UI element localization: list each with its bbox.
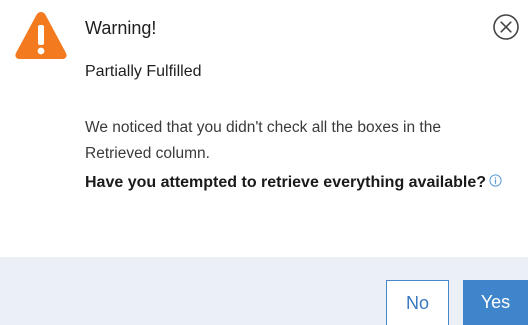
close-icon[interactable]	[492, 13, 520, 41]
question-text: Have you attempted to retrieve everythin…	[85, 174, 487, 191]
no-button[interactable]: No	[386, 280, 449, 325]
warning-triangle-icon	[15, 12, 67, 59]
dialog-subtitle: Partially Fulfilled	[85, 63, 202, 80]
dialog-footer: No Yes	[0, 257, 528, 325]
warning-dialog: Warning! Partially Fulfilled We noticed …	[0, 0, 528, 325]
dialog-message: We noticed that you didn't check all the…	[85, 119, 441, 162]
yes-button[interactable]: Yes	[463, 280, 528, 325]
dialog-question: Have you attempted to retrieve everythin…	[85, 170, 505, 196]
info-icon[interactable]	[489, 174, 502, 187]
dialog-title: Warning!	[85, 18, 157, 38]
